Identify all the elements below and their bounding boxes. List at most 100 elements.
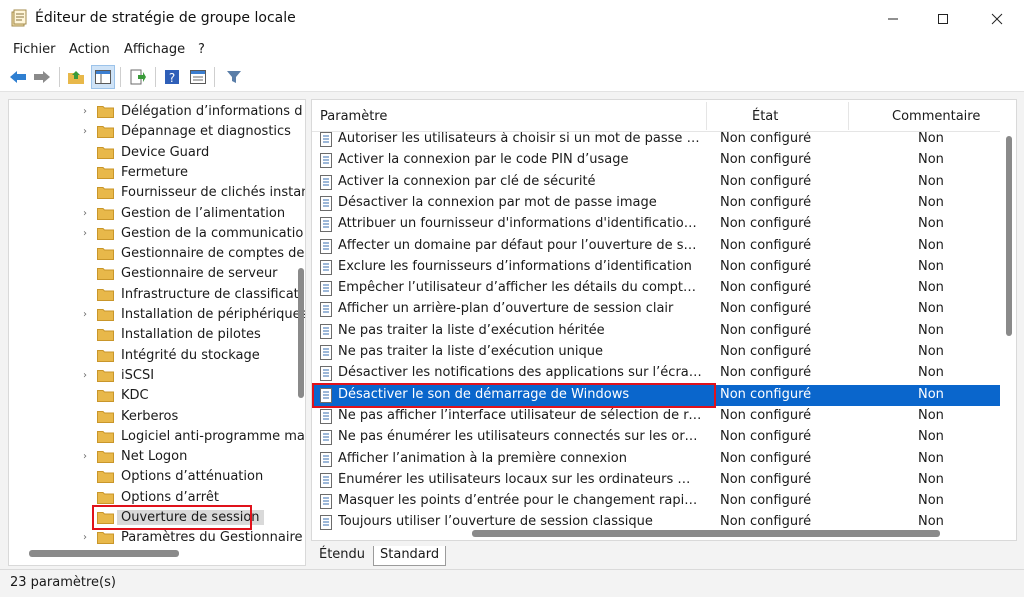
- tree-item[interactable]: Device Guard: [9, 143, 292, 163]
- console-tree-pane[interactable]: › Paramètres du Gestionnaire Ouverture de …: [8, 99, 306, 566]
- tree-item[interactable]: Gestionnaire de serveur: [9, 264, 292, 284]
- policy-setting-icon: [320, 259, 332, 275]
- tree-item[interactable]: Options d’arrêt: [9, 488, 292, 508]
- setting-row[interactable]: Énumérer les utilisateurs locaux sur les…: [312, 470, 1000, 491]
- setting-name: Masquer les points d’entrée pour le chan…: [338, 493, 702, 509]
- chevron-right-icon[interactable]: ›: [83, 106, 87, 117]
- setting-row[interactable]: Affecter un domaine par défaut pour l’ou…: [312, 236, 1000, 257]
- column-header-parametre[interactable]: Paramètre: [320, 109, 387, 124]
- setting-row[interactable]: Désactiver le son de démarrage de Window…: [312, 384, 1000, 406]
- setting-name: Activer la connexion par le code PIN d’u…: [338, 152, 629, 168]
- folder-icon: [97, 227, 114, 240]
- chevron-right-icon[interactable]: ›: [83, 532, 87, 543]
- setting-row[interactable]: Ne pas énumérer les utilisateurs connect…: [312, 427, 1000, 448]
- chevron-right-icon[interactable]: ›: [83, 126, 87, 137]
- tree-item[interactable]: › Dépannage et diagnostics: [9, 122, 292, 142]
- menu-action[interactable]: Action: [69, 42, 110, 57]
- setting-row[interactable]: Exclure les fournisseurs d’informations …: [312, 257, 1000, 278]
- tree-item[interactable]: KDC: [9, 386, 292, 406]
- help-button[interactable]: ?: [160, 65, 184, 89]
- policy-setting-icon: [320, 323, 332, 339]
- chevron-right-icon[interactable]: ›: [83, 309, 87, 320]
- chevron-right-icon[interactable]: ›: [83, 208, 87, 219]
- back-button[interactable]: [6, 65, 30, 89]
- setting-state: Non configuré: [720, 280, 812, 296]
- setting-name: Exclure les fournisseurs d’informations …: [338, 258, 692, 274]
- filter-button[interactable]: [222, 65, 246, 89]
- forward-arrow-icon: [34, 71, 50, 83]
- tree-item-label: Net Logon: [121, 449, 188, 465]
- properties-button[interactable]: [186, 65, 210, 89]
- tree-item[interactable]: Gestionnaire de comptes de: [9, 244, 304, 264]
- setting-row[interactable]: Empêcher l’utilisateur d’afficher les dé…: [312, 278, 1000, 299]
- setting-row[interactable]: Désactiver la connexion par mot de passe…: [312, 193, 1000, 214]
- tree-item[interactable]: › Net Logon: [9, 447, 292, 467]
- tree-item[interactable]: Infrastructure de classificati: [9, 285, 302, 305]
- tab-standard[interactable]: Standard: [373, 546, 447, 566]
- tree-item[interactable]: Options d’atténuation: [9, 467, 292, 487]
- tree-item[interactable]: Installation de pilotes: [9, 325, 292, 345]
- setting-state: Non configuré: [720, 301, 812, 317]
- setting-row[interactable]: Autoriser les utilisateurs à choisir si …: [312, 129, 1000, 150]
- setting-comment: Non: [918, 237, 944, 253]
- show-hide-tree-button[interactable]: [91, 65, 115, 89]
- setting-row[interactable]: Désactiver les notifications des applica…: [312, 363, 1000, 384]
- setting-state: Non configuré: [720, 152, 812, 168]
- tree-item-label: Gestionnaire de comptes de: [121, 246, 305, 262]
- tree-item-label: Ouverture de session: [117, 510, 264, 525]
- settings-list-pane[interactable]: Toujours utiliser l’ouverture de session…: [311, 99, 1017, 541]
- svg-text:?: ?: [169, 71, 175, 85]
- list-horizontal-scroll-thumb[interactable]: [472, 530, 940, 537]
- tree-item[interactable]: Intégrité du stockage: [9, 346, 292, 366]
- tree-item[interactable]: › Installation de périphériques: [9, 305, 305, 325]
- tree-item[interactable]: Fermeture: [9, 163, 292, 183]
- tree-item[interactable]: › Gestion de la communicatio: [9, 224, 303, 244]
- tree-item[interactable]: › iSCSI: [9, 366, 292, 386]
- setting-row[interactable]: Ne pas traiter la liste d’exécution héri…: [312, 321, 1000, 342]
- chevron-right-icon[interactable]: ›: [83, 228, 87, 239]
- tree-item[interactable]: Ouverture de session: [9, 508, 292, 528]
- menu-affichage[interactable]: Affichage: [124, 42, 185, 57]
- close-button[interactable]: [972, 0, 1022, 38]
- minimize-button[interactable]: [868, 0, 918, 38]
- setting-comment: Non: [918, 344, 944, 359]
- menu-help[interactable]: ?: [198, 42, 205, 57]
- setting-row[interactable]: Afficher l’animation à la première conne…: [312, 449, 1000, 470]
- tree-item[interactable]: Logiciel anti-programme ma: [9, 427, 305, 447]
- tree-item[interactable]: Fournisseur de clichés instan: [9, 183, 305, 203]
- chevron-right-icon[interactable]: ›: [83, 370, 87, 381]
- maximize-button[interactable]: [918, 0, 968, 38]
- setting-row[interactable]: Activer la connexion par clé de sécurité…: [312, 172, 1000, 193]
- setting-row[interactable]: Attribuer un fournisseur d'informations …: [312, 214, 1000, 235]
- tree-item[interactable]: Kerberos: [9, 407, 292, 427]
- policy-setting-icon: [320, 345, 332, 360]
- setting-row[interactable]: Activer la connexion par le code PIN d’u…: [312, 150, 1000, 171]
- tree-vertical-scrollbar[interactable]: [296, 100, 305, 545]
- tree-item[interactable]: › Gestion de l’alimentation: [9, 204, 292, 224]
- menu-fichier[interactable]: Fichier: [13, 42, 56, 57]
- setting-row[interactable]: Masquer les points d’entrée pour le chan…: [312, 491, 1000, 512]
- tree-item[interactable]: › Paramètres du Gestionnaire: [9, 528, 303, 548]
- setting-state: Non configuré: [720, 194, 812, 210]
- up-level-button[interactable]: [64, 65, 88, 89]
- setting-row[interactable]: Ne pas traiter la liste d’exécution uniq…: [312, 342, 1000, 363]
- folder-icon: [97, 146, 114, 159]
- export-list-button[interactable]: [126, 65, 150, 89]
- tree-horizontal-scroll-thumb[interactable]: [29, 550, 179, 557]
- tree-scroll-thumb[interactable]: [298, 268, 304, 398]
- column-divider[interactable]: [848, 102, 849, 130]
- column-header-etat[interactable]: État: [752, 109, 778, 124]
- chevron-right-icon[interactable]: ›: [83, 451, 87, 462]
- column-header-commentaire[interactable]: Commentaire: [892, 109, 980, 124]
- list-scroll-thumb[interactable]: [1006, 136, 1012, 336]
- setting-name: Ne pas énumérer les utilisateurs connect…: [338, 429, 702, 445]
- list-vertical-scrollbar[interactable]: [1004, 132, 1014, 524]
- forward-button[interactable]: [30, 65, 54, 89]
- folder-icon: [97, 207, 114, 220]
- tab-etendu[interactable]: Étendu: [313, 546, 371, 566]
- setting-row[interactable]: Afficher un arrière-plan d’ouverture de …: [312, 299, 1000, 320]
- setting-row[interactable]: Ne pas afficher l’interface utilisateur …: [312, 406, 1000, 427]
- setting-comment: Non: [918, 173, 944, 189]
- column-divider[interactable]: [706, 102, 707, 130]
- tree-item[interactable]: › Délégation d’informations d: [9, 102, 302, 122]
